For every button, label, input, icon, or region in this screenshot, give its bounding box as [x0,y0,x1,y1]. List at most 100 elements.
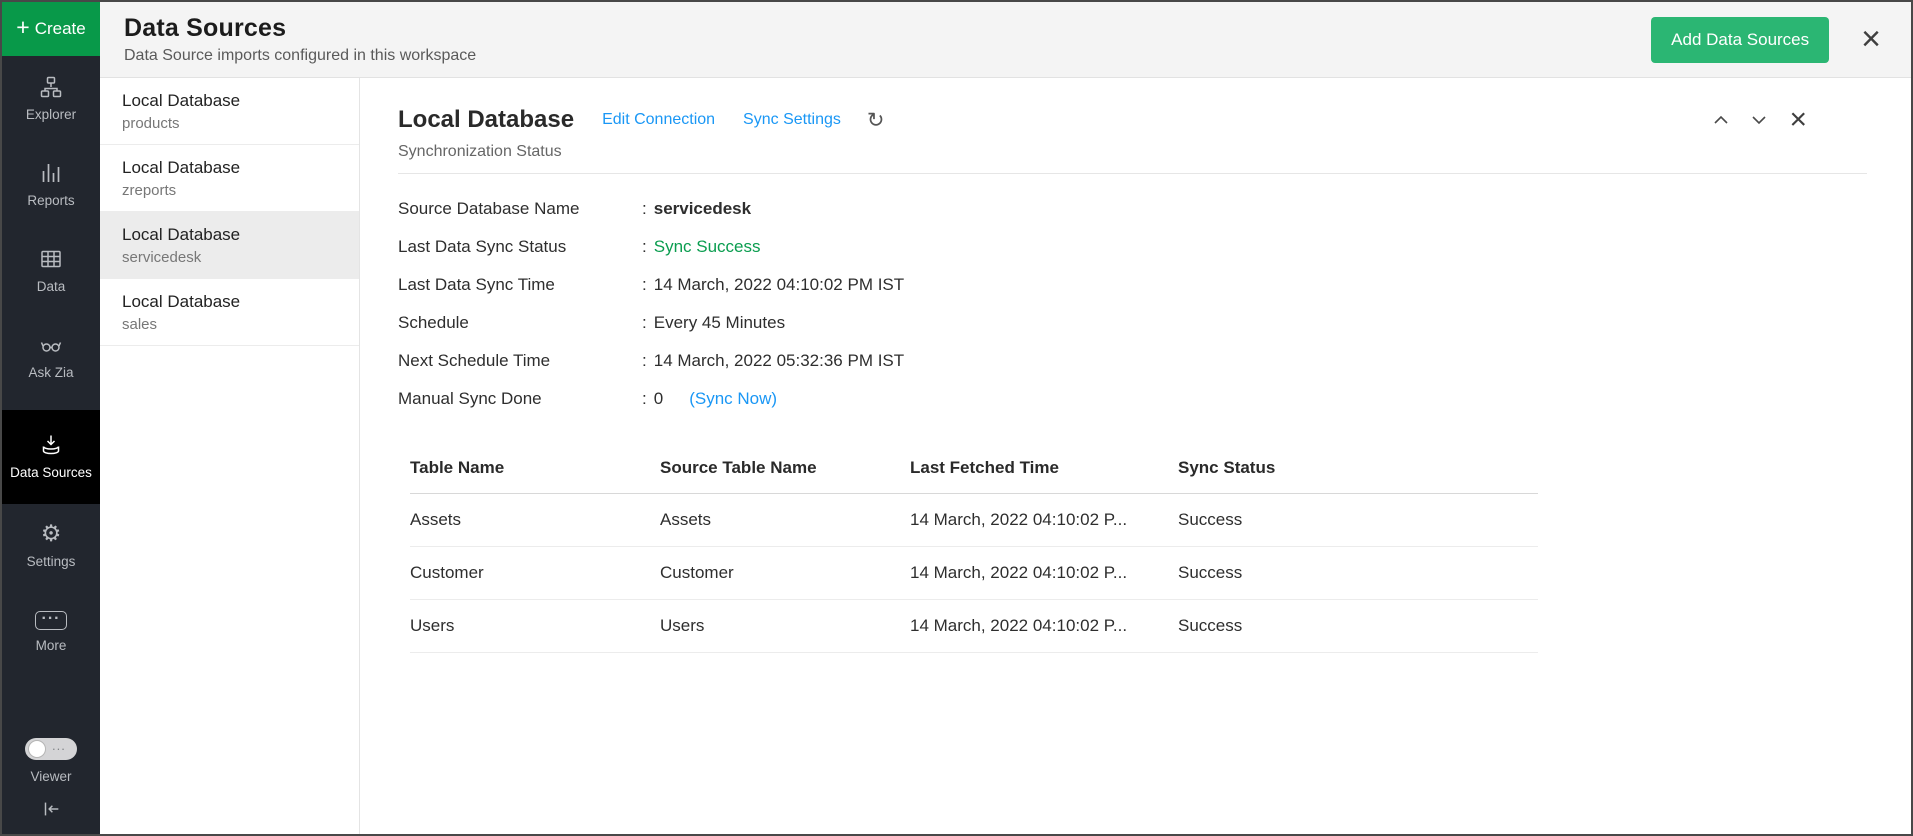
column-header: Sync Status [1178,448,1538,494]
cell-source-table-name: Customer [660,547,910,600]
field-separator: : [642,313,647,333]
main-area: Data Sources Data Source imports configu… [100,2,1911,834]
table-header-row: Table Name Source Table Name Last Fetche… [410,448,1538,494]
chevron-up-icon[interactable] [1713,115,1729,125]
edit-connection-link[interactable]: Edit Connection [602,111,715,129]
detail-header-row: Local Database Edit Connection Sync Sett… [398,106,1867,134]
tables-section: Table Name Source Table Name Last Fetche… [410,448,1867,653]
sync-now-link[interactable]: (Sync Now) [689,389,777,409]
field-next-schedule-time: Next Schedule Time : 14 March, 2022 05:3… [398,342,1867,380]
more-icon: ··· [35,611,67,630]
viewer-toggle[interactable]: ... [25,738,77,760]
source-sub: products [122,115,347,132]
cell-source-table-name: Assets [660,494,910,547]
divider [398,173,1867,174]
field-value: 14 March, 2022 05:32:36 PM IST [654,351,904,371]
cell-last-fetched-time: 14 March, 2022 04:10:02 P... [910,547,1178,600]
field-value: Sync Success [654,237,761,257]
content-area: Local Database products Local Database z… [100,78,1911,834]
source-name: Local Database [122,158,347,178]
field-label: Next Schedule Time [398,351,642,371]
chevron-down-icon[interactable] [1751,115,1767,125]
source-name: Local Database [122,91,347,111]
field-label: Last Data Sync Time [398,275,642,295]
close-icon[interactable]: × [1861,26,1881,53]
viewer-label: Viewer [30,769,71,784]
sidebar-item-reports[interactable]: Reports [2,142,100,228]
sync-status-fields: Source Database Name : servicedesk Last … [398,190,1867,418]
field-manual-sync-done: Manual Sync Done : 0 (Sync Now) [398,380,1867,418]
field-separator: : [642,275,647,295]
sidebar-item-ask-zia[interactable]: Ask Zia [2,314,100,400]
field-value: servicedesk [654,199,751,219]
sidebar-item-label: Reports [27,193,74,210]
detail-title: Local Database [398,106,574,134]
table-row[interactable]: Assets Assets 14 March, 2022 04:10:02 P.… [410,494,1538,547]
toggle-dots-icon: ... [52,738,66,753]
cell-source-table-name: Users [660,600,910,653]
field-label: Schedule [398,313,642,333]
header-titles: Data Sources Data Source imports configu… [124,14,476,65]
source-item-sales[interactable]: Local Database sales [100,279,359,346]
refresh-icon[interactable]: ↻ [867,110,885,131]
create-button[interactable]: + Create [2,2,100,56]
cell-table-name: Users [410,600,660,653]
add-data-sources-button[interactable]: Add Data Sources [1651,17,1829,63]
source-sub: zreports [122,182,347,199]
sidebar-item-data-sources[interactable]: Data Sources [2,410,100,504]
viewer-block: ... Viewer [2,730,100,788]
source-sub: servicedesk [122,249,347,266]
sidebar-item-label: Explorer [26,107,76,124]
field-label: Last Data Sync Status [398,237,642,257]
source-name: Local Database [122,292,347,312]
collapse-sidebar-button[interactable] [2,788,100,834]
panel-close-icon[interactable]: × [1789,108,1807,132]
reports-icon [39,161,63,185]
sidebar-item-settings[interactable]: ⚙ Settings [2,504,100,590]
cell-last-fetched-time: 14 March, 2022 04:10:02 P... [910,600,1178,653]
field-label: Source Database Name [398,199,642,219]
field-separator: : [642,351,647,371]
column-header: Last Fetched Time [910,448,1178,494]
source-item-servicedesk[interactable]: Local Database servicedesk [100,212,359,279]
source-item-zreports[interactable]: Local Database zreports [100,145,359,212]
field-last-sync-status: Last Data Sync Status : Sync Success [398,228,1867,266]
sidebar-item-label: Ask Zia [28,365,73,382]
source-sub: sales [122,316,347,333]
cell-last-fetched-time: 14 March, 2022 04:10:02 P... [910,494,1178,547]
cell-sync-status: Success [1178,600,1538,653]
cell-table-name: Assets [410,494,660,547]
cell-table-name: Customer [410,547,660,600]
create-button-label: Create [35,19,86,39]
field-last-sync-time: Last Data Sync Time : 14 March, 2022 04:… [398,266,1867,304]
plus-icon: + [16,14,29,41]
field-separator: : [642,389,647,409]
detail-panel: Local Database Edit Connection Sync Sett… [360,78,1911,834]
sidebar: + Create Explorer [2,2,100,834]
ask-zia-icon [39,333,63,357]
data-sources-page: + Create Explorer [0,0,1913,836]
field-schedule: Schedule : Every 45 Minutes [398,304,1867,342]
page-title: Data Sources [124,14,476,43]
column-header: Source Table Name [660,448,910,494]
sync-tables-table: Table Name Source Table Name Last Fetche… [410,448,1538,653]
cell-sync-status: Success [1178,494,1538,547]
field-separator: : [642,237,647,257]
sidebar-item-label: Settings [27,554,76,571]
collapse-arrow-icon [40,798,62,825]
field-value: 0 [654,389,663,409]
field-value: 14 March, 2022 04:10:02 PM IST [654,275,904,295]
sidebar-item-explorer[interactable]: Explorer [2,56,100,142]
sidebar-item-data[interactable]: Data [2,228,100,314]
table-row[interactable]: Users Users 14 March, 2022 04:10:02 P...… [410,600,1538,653]
field-source-database-name: Source Database Name : servicedesk [398,190,1867,228]
panel-nav-icons: × [1713,108,1807,132]
table-row[interactable]: Customer Customer 14 March, 2022 04:10:0… [410,547,1538,600]
sidebar-item-more[interactable]: ··· More [2,590,100,676]
source-item-products[interactable]: Local Database products [100,78,359,145]
data-table-icon [39,247,63,271]
field-separator: : [642,199,647,219]
sync-settings-link[interactable]: Sync Settings [743,111,841,129]
data-sources-icon [39,433,63,457]
explorer-icon [39,75,63,99]
